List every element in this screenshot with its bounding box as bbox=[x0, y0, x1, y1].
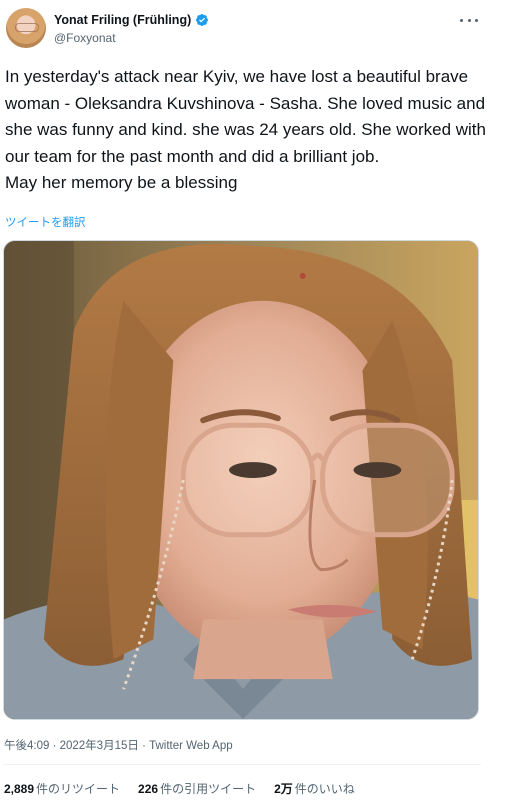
tweet-text: In yesterday's attack near Kyiv, we have… bbox=[5, 67, 486, 192]
author-name-row: Yonat Friling (Frühling) bbox=[54, 13, 209, 27]
tweet-header: Yonat Friling (Frühling) @Foxyonat bbox=[0, 0, 506, 60]
portrait-illustration bbox=[4, 241, 478, 719]
dot bbox=[475, 18, 478, 22]
tweet-photo[interactable] bbox=[3, 240, 479, 720]
author-handle[interactable]: @Foxyonat bbox=[54, 31, 116, 45]
divider bbox=[3, 764, 481, 765]
likes-stat[interactable]: 2万 件のいいね bbox=[274, 780, 355, 797]
dot bbox=[467, 18, 471, 22]
translate-tweet-link[interactable]: ツイートを翻訳 bbox=[5, 214, 86, 230]
author-display-name[interactable]: Yonat Friling (Frühling) bbox=[54, 13, 191, 27]
quotes-stat[interactable]: 226 件の引用ツイート bbox=[138, 780, 256, 797]
tweet-stats: 2,889 件のリツイート 226 件の引用ツイート 2万 件のいいね bbox=[4, 780, 373, 797]
tweet-timestamp[interactable]: 午後4:09 · 2022年3月15日 · Twitter Web App bbox=[4, 737, 233, 753]
author-avatar[interactable] bbox=[6, 8, 46, 48]
retweets-stat[interactable]: 2,889 件のリツイート bbox=[4, 780, 120, 797]
likes-label: 件のいいね bbox=[294, 782, 355, 796]
retweets-label: 件のリツイート bbox=[36, 782, 121, 796]
likes-count: 2万 bbox=[274, 782, 293, 796]
retweets-count: 2,889 bbox=[4, 782, 35, 796]
quotes-count: 226 bbox=[138, 782, 159, 796]
dot bbox=[460, 18, 463, 22]
verified-badge-icon bbox=[196, 14, 209, 26]
more-options-icon[interactable] bbox=[460, 11, 478, 29]
quotes-label: 件の引用ツイート bbox=[160, 782, 257, 796]
